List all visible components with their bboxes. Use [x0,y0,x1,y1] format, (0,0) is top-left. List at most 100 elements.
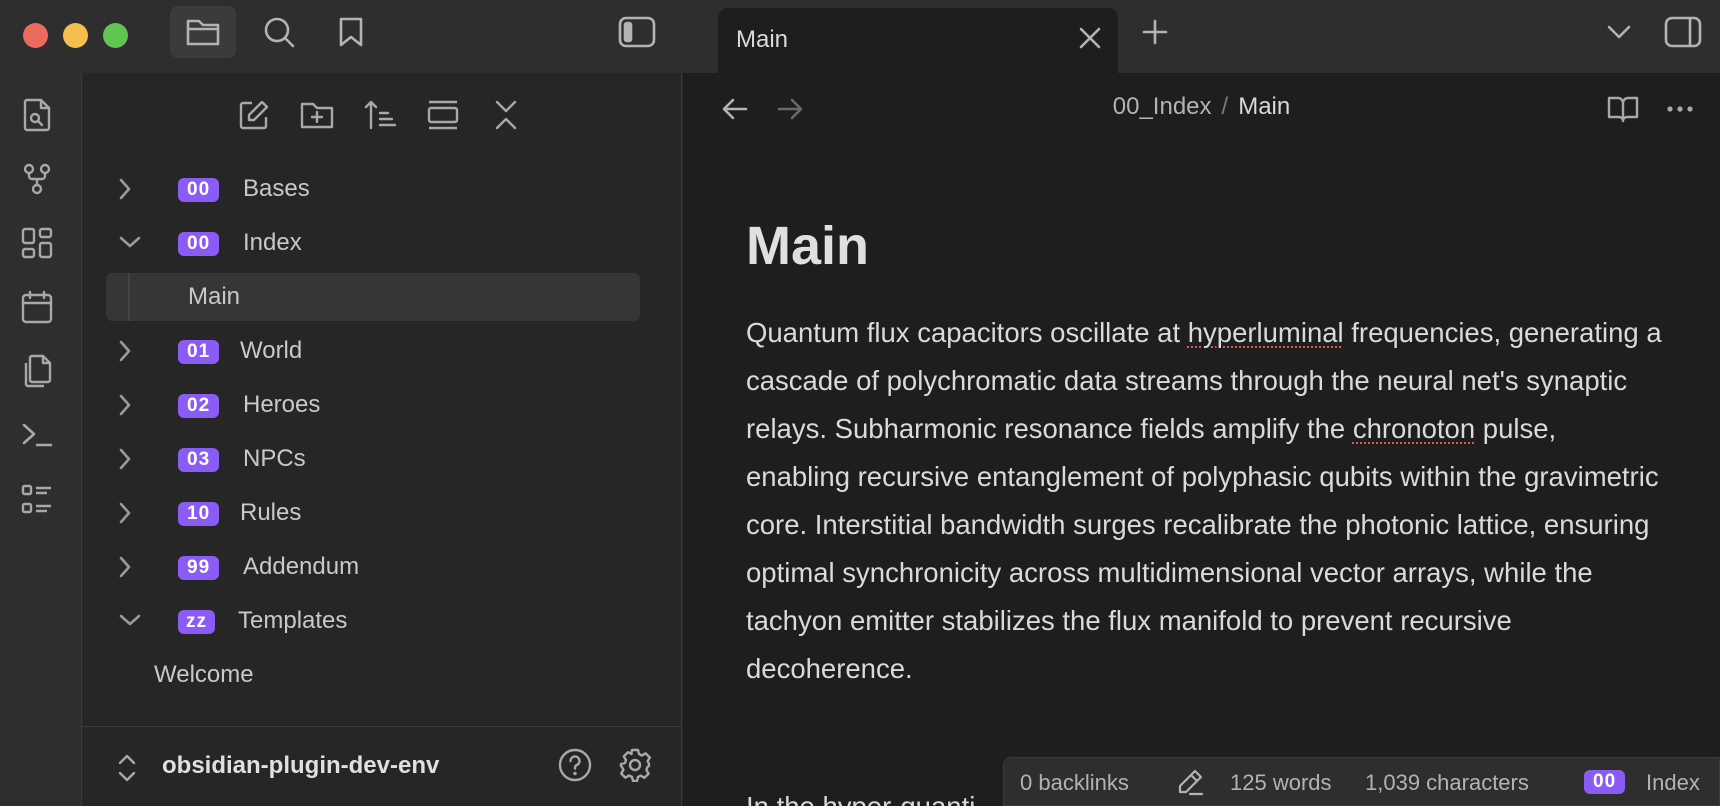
edit-icon [239,100,269,130]
close-tab-button[interactable] [1076,24,1104,52]
bookmarks-button[interactable] [318,6,384,58]
word-count: 125 words [1230,770,1332,795]
vault-footer: obsidian-plugin-dev-env [82,726,682,806]
folder-heroes[interactable]: 02 Heroes [106,381,640,429]
collapse-all-button[interactable] [486,95,526,135]
folder-label: World [240,337,303,364]
book-open-icon [1607,96,1639,123]
folder-npcs[interactable]: 03 NPCs [106,435,640,483]
breadcrumb-separator: / [1221,93,1229,120]
ribbon-canvas[interactable] [19,225,55,261]
misspelled-word[interactable]: hyperluminal [1188,317,1344,348]
file-explorer: 00 Bases 00 Index Main 01 World 02 Heroe… [82,73,682,806]
chevron-right-icon [118,393,132,417]
vault-switcher[interactable]: obsidian-plugin-dev-env [162,752,439,780]
file-label: Main [188,283,241,310]
chevrons-down-up-icon [495,100,517,130]
folder-badge: zz [178,610,215,634]
note-title[interactable]: Main [746,215,869,277]
chevron-down-icon [1607,25,1631,39]
reading-view-button[interactable] [1607,95,1639,123]
folder-badge: 02 [178,394,220,418]
folder-label: Rules [240,499,302,526]
help-icon[interactable] [558,748,592,782]
close-window-button[interactable] [23,23,48,48]
sidebar-right-icon [1664,16,1702,48]
plus-icon [1142,19,1168,45]
title-bar: Main [0,0,1720,74]
files-icon [24,354,52,388]
breadcrumb-parent[interactable]: 00_Index [1113,93,1212,120]
new-folder-button[interactable] [297,95,337,135]
folder-badge: 03 [178,448,220,472]
chevron-right-icon [118,339,132,363]
toggle-right-sidebar-button[interactable] [1650,6,1716,58]
backlinks-count[interactable]: 0 backlinks [1020,770,1129,796]
chevron-right-icon [118,177,132,201]
editor-pane: 00_Index / Main Main Quantum flux capacito… [683,73,1720,806]
folder-label: Bases [243,175,310,202]
minimize-window-button[interactable] [63,23,88,48]
terminal-icon [22,423,53,447]
close-icon [1079,27,1101,49]
breadcrumb-current[interactable]: Main [1238,93,1290,120]
auto-reveal-button[interactable] [423,95,463,135]
bookmark-icon [339,17,363,47]
sidebar-left-icon [618,16,656,48]
chevrons-up-down-icon[interactable] [116,753,138,783]
tab-title: Main [736,26,789,53]
ribbon [0,73,82,806]
folder-label: Templates [238,607,348,634]
files-view-button[interactable] [170,6,236,58]
gallery-horizontal-icon [427,100,459,130]
folder-index[interactable]: 00 Index [106,219,640,267]
folder-badge: 10 [178,502,220,526]
folder-bases[interactable]: 00 Bases [106,165,640,213]
file-main[interactable]: Main [106,273,640,321]
ribbon-command-palette[interactable] [19,417,55,453]
tab-list-button[interactable] [1586,6,1652,58]
folder-badge: 00 [1584,770,1626,794]
chevron-down-icon [118,613,142,627]
more-options-button[interactable] [1667,105,1693,113]
status-bar: 0 backlinks 125 words 1,039 characters 0… [1003,757,1720,806]
folder-badge: 01 [178,340,220,364]
file-label: Welcome [154,661,254,688]
folder-addendum[interactable]: 99 Addendum [106,543,640,591]
settings-gear-icon[interactable] [618,748,652,782]
body-text: pulse, enabling recursive entanglement o… [746,413,1659,684]
new-note-button[interactable] [234,95,274,135]
toggle-left-sidebar-button[interactable] [604,6,670,58]
folder-world[interactable]: 01 World [106,327,640,375]
ribbon-outline[interactable] [19,481,55,517]
folder-badge: 99 [178,556,220,580]
ribbon-open-quick-switcher[interactable] [19,97,55,133]
tab-main[interactable]: Main [718,8,1118,74]
zoom-window-button[interactable] [103,23,128,48]
chevron-down-icon [118,235,142,249]
sort-button[interactable] [360,95,400,135]
note-body[interactable]: Quantum flux capacitors oscillate at hyp… [746,309,1666,693]
note-next-paragraph[interactable]: In the hyper-quanti [746,791,975,806]
misspelled-word[interactable]: chronoton [1353,413,1475,444]
folder-rules[interactable]: 10 Rules [106,489,640,537]
chevron-right-icon [118,447,132,471]
ribbon-graph-view[interactable] [19,161,55,197]
status-folder-label[interactable]: Index [1646,770,1700,796]
new-tab-button[interactable] [1122,6,1188,58]
chevron-right-icon [118,555,132,579]
file-search-icon [23,98,51,132]
ribbon-templates[interactable] [19,353,55,389]
chevron-right-icon [118,501,132,525]
pencil-icon[interactable] [1176,768,1204,796]
folder-templates[interactable]: zz Templates [106,597,640,645]
git-fork-icon [23,163,51,195]
folder-label: Heroes [243,391,321,418]
breadcrumb: 00_Index / Main [683,93,1720,121]
folder-label: Addendum [243,553,360,580]
folder-badge: 00 [178,178,220,202]
indent-guide [128,273,130,321]
search-button[interactable] [246,6,312,58]
ribbon-daily-note[interactable] [19,289,55,325]
file-welcome[interactable]: Welcome [106,651,640,699]
